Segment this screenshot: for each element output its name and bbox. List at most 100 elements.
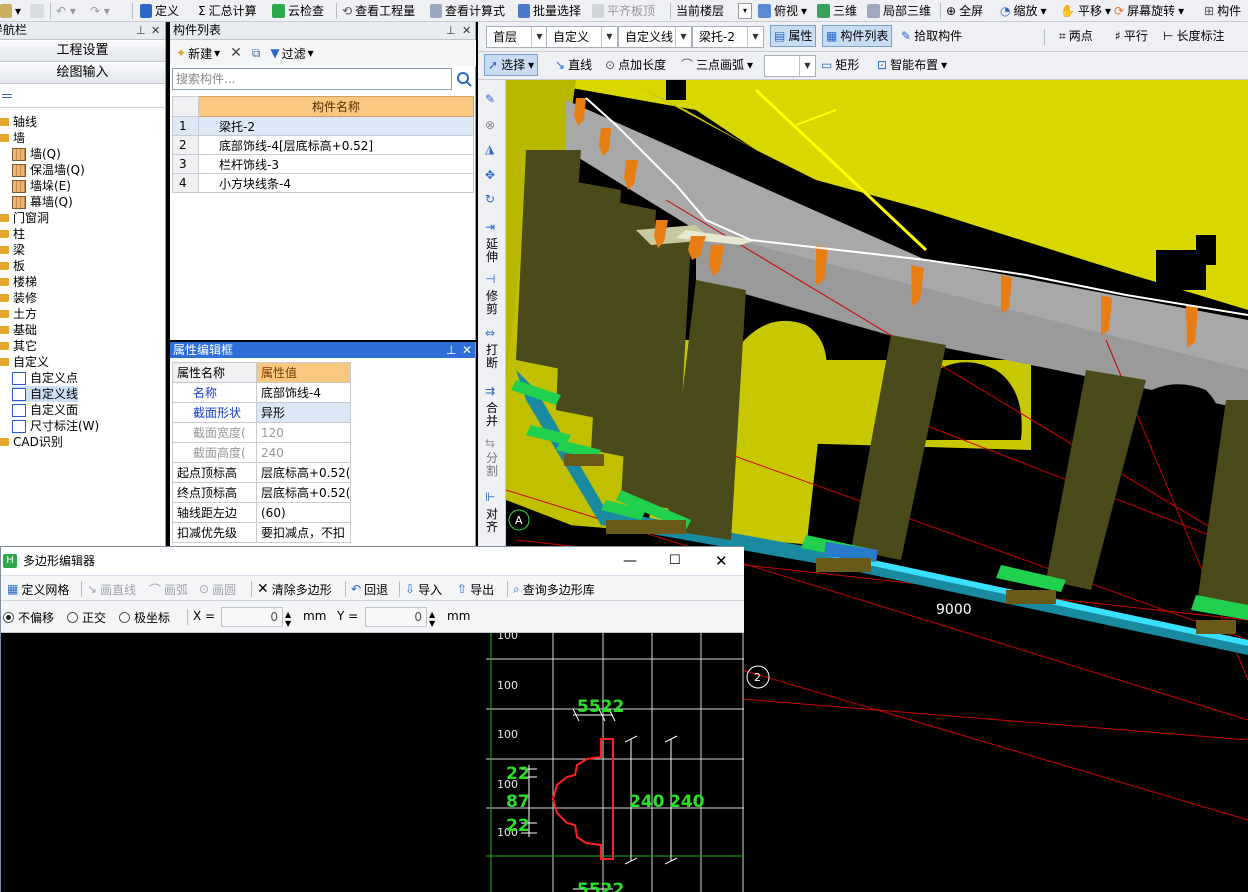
top-view-button[interactable]: 俯视 ▾ bbox=[758, 0, 807, 21]
pin-icon[interactable]: ⊥ bbox=[446, 342, 456, 358]
property-row[interactable]: 扣减优先级 要扣减点，不扣 bbox=[172, 522, 352, 543]
project-settings-button[interactable]: 工程设置 bbox=[0, 41, 165, 62]
tree-item[interactable]: 自定义面 bbox=[12, 402, 78, 418]
y-spinner[interactable]: ▲ ▼ bbox=[429, 610, 435, 628]
rect-button[interactable]: ▭ 矩形 bbox=[818, 54, 862, 76]
tree-item[interactable]: 墙垛(E) bbox=[12, 178, 71, 194]
import-button[interactable]: ⇩ 导入 bbox=[405, 576, 442, 602]
cloud-check-button[interactable]: 云检查 bbox=[272, 0, 324, 21]
undo-button[interactable]: ↶ 回退 bbox=[351, 576, 388, 602]
component-name-cell[interactable]: 底部饰线-4[层底标高+0.52] bbox=[198, 135, 474, 155]
floor-select[interactable]: 首层 ▼ bbox=[486, 26, 548, 48]
close-icon[interactable]: ✕ bbox=[462, 342, 472, 358]
view-formula-button[interactable]: 查看计算式 bbox=[430, 0, 505, 21]
tree-item[interactable]: 墙(Q) bbox=[12, 146, 61, 162]
clear-polygon-button[interactable]: ✕ 清除多边形 bbox=[257, 576, 332, 602]
close-icon[interactable]: ✕ bbox=[151, 22, 160, 39]
copy-icon[interactable]: ⧉ bbox=[252, 46, 261, 61]
draw-circle-button[interactable]: ⊙ 画圆 bbox=[199, 576, 236, 602]
screen-rotate-button[interactable]: ⟳ 屏幕旋转 ▾ bbox=[1114, 0, 1184, 21]
attributes-button[interactable]: ▤ 属性 bbox=[770, 25, 817, 47]
component-name-cell[interactable]: 栏杆饰线-3 bbox=[198, 154, 474, 174]
collapse-icon[interactable] bbox=[2, 94, 12, 98]
category-select[interactable]: 自定义 ▼ bbox=[546, 26, 618, 48]
property-row[interactable]: 名称 底部饰线-4 bbox=[172, 382, 352, 403]
query-library-button[interactable]: ⌕ 查询多边形库 bbox=[513, 576, 595, 602]
redo-icon[interactable]: ↷ ▾ bbox=[90, 0, 110, 21]
property-row[interactable]: 截面高度(240 bbox=[172, 442, 352, 463]
tree-item[interactable]: 门窗洞 bbox=[0, 210, 49, 226]
x-spinner[interactable]: ▲ ▼ bbox=[285, 610, 291, 628]
tree-item[interactable]: 板 bbox=[0, 258, 25, 274]
pin-icon[interactable]: ⊥ bbox=[446, 22, 456, 39]
rotate-icon[interactable]: ↻ bbox=[485, 192, 499, 206]
property-row[interactable]: 轴线距左边 (60) bbox=[172, 502, 352, 523]
tree-item[interactable]: 保温墙(Q) bbox=[12, 162, 85, 178]
tree-item[interactable]: 轴线 bbox=[0, 114, 37, 130]
arc3-button[interactable]: ⌒ 三点画弧 ▾ bbox=[678, 54, 756, 76]
mirror-icon[interactable]: ◮ bbox=[485, 142, 499, 156]
pick-component-button[interactable]: ✎ 拾取构件 bbox=[898, 25, 965, 47]
table-row[interactable]: 3 栏杆饰线-3 bbox=[172, 154, 474, 174]
member-select[interactable]: 梁托-2 ▼ bbox=[692, 26, 764, 48]
tree-item[interactable]: 墙 bbox=[0, 130, 25, 146]
property-value[interactable]: 异形 bbox=[255, 402, 352, 423]
view-quantity-button[interactable]: ⟲ 查看工程量 bbox=[342, 0, 415, 21]
table-row[interactable]: 1 梁托-2 bbox=[172, 116, 474, 136]
floor-dropdown[interactable]: ▾ bbox=[738, 0, 752, 21]
minimize-icon[interactable]: — bbox=[623, 547, 637, 575]
save-icon[interactable] bbox=[30, 0, 44, 21]
property-value[interactable]: (60) bbox=[255, 502, 352, 523]
property-row[interactable]: 截面宽度(120 bbox=[172, 422, 352, 443]
local-3d-button[interactable]: 局部三维 bbox=[867, 0, 931, 21]
undo-icon[interactable]: ↶ ▾ bbox=[56, 0, 76, 21]
move-icon[interactable]: ✥ bbox=[485, 168, 499, 182]
close-icon[interactable]: ✕ bbox=[715, 547, 728, 575]
batch-select-button[interactable]: 批量选择 bbox=[518, 0, 581, 21]
filter-button[interactable]: ▼ 过滤 ▾ bbox=[270, 45, 313, 62]
draw-arc-button[interactable]: ⌒ 画弧 bbox=[149, 576, 188, 602]
two-points-button[interactable]: ⌗ 两点 bbox=[1056, 25, 1096, 47]
break-button[interactable]: 打断 bbox=[485, 344, 499, 370]
subtype-select[interactable]: 自定义线 ▼ bbox=[618, 26, 692, 48]
property-value[interactable]: 底部饰线-4 bbox=[255, 382, 352, 403]
table-row[interactable]: 2 底部饰线-4[层底标高+0.52] bbox=[172, 135, 474, 155]
merge-button[interactable]: 合并 bbox=[485, 402, 499, 428]
property-value[interactable]: 要扣减点，不扣 bbox=[255, 522, 352, 543]
align-slab-button[interactable]: 平齐板顶 bbox=[592, 0, 655, 21]
delete-icon[interactable]: ✕ bbox=[230, 45, 242, 61]
polar-radio[interactable]: 极坐标 bbox=[119, 609, 170, 626]
fullscreen-button[interactable]: ⊕ 全屏 bbox=[946, 0, 983, 21]
new-component-button[interactable]: ✦ 新建 ▾ bbox=[176, 45, 220, 62]
table-row[interactable]: 4 小方块线条-4 bbox=[172, 173, 474, 193]
split-button[interactable]: 分割 bbox=[485, 452, 499, 478]
ortho-radio[interactable]: 正交 bbox=[67, 609, 106, 626]
tree-item[interactable]: 幕墙(Q) bbox=[12, 194, 73, 210]
tree-item[interactable]: 土方 bbox=[0, 306, 37, 322]
component-button[interactable]: ⊞ 构件 bbox=[1204, 0, 1241, 21]
tree-item[interactable]: 自定义线 bbox=[12, 386, 79, 402]
length-dim-button[interactable]: ⊢ 长度标注 bbox=[1160, 25, 1227, 47]
component-name-cell[interactable]: 小方块线条-4 bbox=[198, 173, 474, 193]
copy-icon[interactable]: ⊗ bbox=[485, 118, 499, 132]
dropdown-icon[interactable]: ▾ bbox=[0, 0, 21, 21]
brush-icon[interactable]: ✎ bbox=[485, 92, 499, 106]
tree-item[interactable]: 尺寸标注(W) bbox=[12, 418, 99, 434]
define-button[interactable]: 定义 bbox=[140, 0, 179, 21]
property-value[interactable]: 层底标高+0.52( bbox=[255, 482, 352, 503]
tree-item[interactable]: 梁 bbox=[0, 242, 25, 258]
search-icon[interactable] bbox=[454, 68, 474, 90]
summary-calc-button[interactable]: Σ 汇总计算 bbox=[198, 0, 257, 21]
polygon-canvas[interactable]: 100 100 100 100 100 5522 5522 22 87 22 2… bbox=[1, 633, 744, 892]
3d-button[interactable]: 三维 bbox=[817, 0, 857, 21]
y-coordinate-input[interactable]: 0 bbox=[365, 607, 427, 627]
line-button[interactable]: ↘ 直线 bbox=[552, 54, 595, 76]
tree-item[interactable]: CAD识别 bbox=[0, 434, 63, 450]
maximize-icon[interactable]: ☐ bbox=[669, 547, 681, 575]
no-offset-radio[interactable]: 不偏移 bbox=[3, 609, 54, 626]
select-button[interactable]: ➚ 选择 ▾ bbox=[484, 54, 539, 76]
define-grid-button[interactable]: ▦ 定义网格 bbox=[7, 576, 69, 602]
align-button[interactable]: 对齐 bbox=[485, 508, 499, 534]
component-name-cell[interactable]: 梁托-2 bbox=[198, 116, 474, 136]
property-value[interactable]: 240 bbox=[255, 442, 352, 463]
